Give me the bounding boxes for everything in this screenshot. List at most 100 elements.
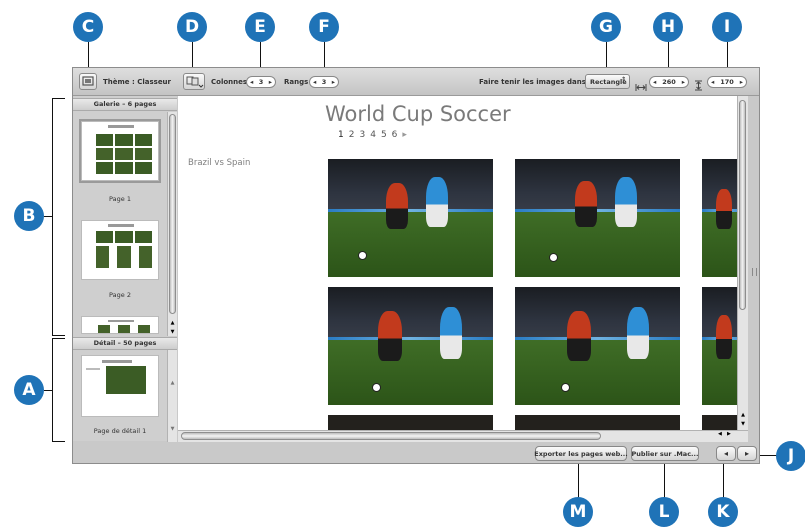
columns-increment[interactable]: ▸ <box>269 78 272 86</box>
photo-1[interactable] <box>328 159 493 277</box>
thumb-title <box>108 125 134 128</box>
page-link-1[interactable]: 1 <box>338 130 344 140</box>
page-style-button[interactable] <box>183 73 205 90</box>
preview-horizontal-scrollbar[interactable]: ◀ ▶ <box>178 430 748 442</box>
scroll-down-arrow[interactable]: ▼ <box>738 421 748 427</box>
width-decrement[interactable]: ◂ <box>653 78 656 86</box>
width-value: 260 <box>662 78 676 86</box>
thumb-photo <box>106 366 146 394</box>
callout-i: I <box>712 12 742 42</box>
pages-sidebar: Galerie – 6 pages Page 1 Page 2 ▲ ▼ Déta… <box>73 96 177 442</box>
rows-value: 3 <box>321 78 327 86</box>
callout-m-line <box>578 462 579 502</box>
height-decrement[interactable]: ◂ <box>711 78 714 86</box>
gallery-page-label-2: Page 2 <box>109 291 131 299</box>
detail-page-thumb-1[interactable] <box>81 355 159 417</box>
thumb-grid <box>96 231 152 243</box>
photo-4[interactable] <box>328 287 493 405</box>
width-increment[interactable]: ▸ <box>682 78 685 86</box>
fit-images-select[interactable]: Rectangle ⇕ <box>585 74 630 89</box>
scroll-left-arrow[interactable]: ◀ <box>718 431 722 437</box>
width-icon <box>635 77 647 91</box>
photo-5[interactable] <box>515 287 680 405</box>
callout-h: H <box>653 12 683 42</box>
gallery-scrollbar[interactable]: ▲ ▼ <box>167 112 177 336</box>
callout-b: B <box>14 201 44 231</box>
columns-stepper[interactable]: ◂ 3 ▸ <box>246 76 276 88</box>
thumb-grid <box>96 134 152 174</box>
gallery-page-thumb-2[interactable] <box>81 220 159 280</box>
publish-mac-button[interactable]: Publier sur .Mac... <box>631 446 699 461</box>
thumb-title <box>108 320 134 322</box>
thumb-title <box>102 360 132 363</box>
rows-decrement[interactable]: ◂ <box>313 78 316 86</box>
page-link-2[interactable]: 2 <box>349 130 355 140</box>
preview-vertical-knob[interactable] <box>739 100 746 310</box>
thumb-grid <box>98 325 150 333</box>
callout-a: A <box>14 375 44 405</box>
height-value: 170 <box>720 78 734 86</box>
height-icon <box>694 76 703 91</box>
theme-button[interactable] <box>79 73 97 90</box>
callout-k-line <box>723 462 724 502</box>
theme-icon <box>82 76 94 86</box>
preview-horizontal-knob[interactable] <box>181 432 601 440</box>
thumb-title <box>108 224 134 227</box>
popup-arrows-icon: ⇕ <box>620 76 626 83</box>
thumb-caption <box>86 368 100 370</box>
callout-b-bracket <box>52 98 65 336</box>
scroll-right-arrow[interactable]: ▶ <box>727 431 731 437</box>
toolbar: Thème : Classeur Colonnes : ◂ 3 ▸ Rangs … <box>73 68 759 96</box>
next-page-arrow[interactable]: ▸ <box>402 130 407 140</box>
callout-l-line <box>664 462 665 502</box>
page-link-5[interactable]: 5 <box>381 130 387 140</box>
gallery-header: Galerie – 6 pages <box>73 98 177 111</box>
detail-scrollbar[interactable]: ▲ ▼ <box>167 350 177 442</box>
web-page-window: Thème : Classeur Colonnes : ◂ 3 ▸ Rangs … <box>72 67 760 464</box>
callout-d: D <box>177 12 207 42</box>
detail-page-label-1: Page de détail 1 <box>93 427 147 435</box>
scroll-up-arrow[interactable]: ▲ <box>168 380 177 386</box>
width-stepper[interactable]: ◂ 260 ▸ <box>649 76 689 88</box>
callout-k: K <box>708 497 738 527</box>
scroll-down-arrow[interactable]: ▼ <box>168 329 177 335</box>
bottom-bar: Exporter les pages web... Publier sur .M… <box>73 442 759 463</box>
callout-g: G <box>591 12 621 42</box>
callout-a-bracket <box>52 338 65 442</box>
page-navigation: 1 2 3 4 5 6 ▸ <box>338 130 407 140</box>
scroll-down-arrow[interactable]: ▼ <box>168 426 177 432</box>
scroll-up-arrow[interactable]: ▲ <box>738 412 748 418</box>
web-page-preview: World Cup Soccer 1 2 3 4 5 6 ▸ Brazil vs… <box>178 96 748 442</box>
callout-b-line <box>44 216 53 217</box>
columns-decrement[interactable]: ◂ <box>250 78 253 86</box>
callout-a-line <box>44 390 53 391</box>
height-stepper[interactable]: ◂ 170 ▸ <box>707 76 747 88</box>
next-page-button[interactable]: ▸ <box>737 446 757 461</box>
gallery-scroll-knob[interactable] <box>169 114 176 314</box>
rows-stepper[interactable]: ◂ 3 ▸ <box>309 76 339 88</box>
page-link-3[interactable]: 3 <box>359 130 365 140</box>
gallery-page-thumb-1[interactable] <box>79 119 161 183</box>
photo-2[interactable] <box>515 159 680 277</box>
callout-e: E <box>245 12 275 42</box>
height-increment[interactable]: ▸ <box>740 78 743 86</box>
page-link-6[interactable]: 6 <box>392 130 398 140</box>
gallery-page-thumb-3[interactable] <box>81 316 159 334</box>
resize-grip[interactable] <box>752 268 757 276</box>
callout-l: L <box>649 497 679 527</box>
scroll-up-arrow[interactable]: ▲ <box>168 320 177 326</box>
page-link-4[interactable]: 4 <box>370 130 376 140</box>
page-title: World Cup Soccer <box>325 102 511 126</box>
rows-increment[interactable]: ▸ <box>332 78 335 86</box>
detail-header: Détail – 50 pages <box>73 337 177 350</box>
callout-c-line <box>88 42 89 70</box>
page-layout-icon <box>186 76 204 88</box>
export-web-pages-button[interactable]: Exporter les pages web... <box>534 446 628 461</box>
album-caption: Brazil vs Spain <box>188 158 251 168</box>
callout-m: M <box>563 497 593 527</box>
columns-value: 3 <box>258 78 264 86</box>
preview-vertical-scrollbar[interactable]: ▲ ▼ <box>737 96 748 430</box>
previous-page-button[interactable]: ◂ <box>716 446 736 461</box>
theme-label: Thème : Classeur <box>103 78 171 86</box>
gallery-page-label-1: Page 1 <box>109 195 131 203</box>
